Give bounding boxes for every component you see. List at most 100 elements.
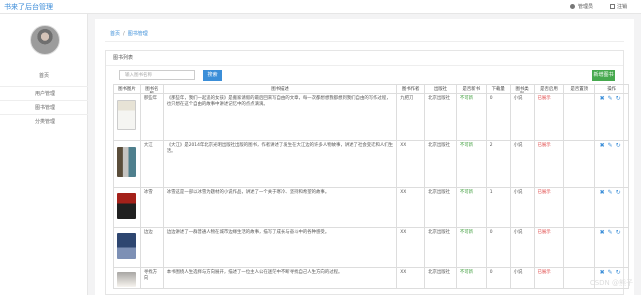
header-top: 是否置顶 [564, 85, 596, 93]
edit-icon[interactable]: ✎ [608, 269, 616, 276]
search-button[interactable]: 搜索 [203, 70, 222, 81]
book-cover-cell [114, 228, 141, 267]
book-name: 冰雪 [141, 188, 164, 227]
book-name: 那些年 [141, 94, 164, 140]
book-publisher: 北京出版社 [425, 268, 457, 288]
sidebar-nav: 首页 用户管理 图书管理 分类管理 [0, 69, 88, 128]
row-actions: ✖✎↻ [595, 94, 630, 140]
edit-icon[interactable]: ✎ [608, 229, 616, 236]
table-row: 冰雪 冰雪这是一部以冰雪为题材的小说作品，讲述了一个关于寒冷、坚持和希望的故事。… [114, 188, 630, 228]
top-status [564, 141, 596, 187]
delete-icon[interactable]: ✖ [600, 229, 608, 236]
book-publisher: 北京出版社 [425, 94, 457, 140]
delete-icon[interactable]: ✖ [600, 189, 608, 196]
user-name: 管理员 [577, 4, 593, 10]
refresh-icon[interactable]: ↻ [616, 269, 624, 276]
header-category: 图书类别 [511, 85, 535, 93]
book-category: 小说 [511, 188, 535, 227]
book-cover-image [117, 272, 137, 287]
book-description: 冰雪这是一部以冰雪为题材的小说作品，讲述了一个关于寒冷、坚持和希望的故事。 [164, 188, 398, 227]
book-publisher: 北京出版社 [425, 228, 457, 267]
book-category: 小说 [511, 141, 535, 187]
logout-label: 注销 [616, 4, 627, 10]
watermark: CSDN @熊子 [589, 279, 633, 287]
new-book-status: 不可新 [457, 94, 487, 140]
breadcrumb-home[interactable]: 首页 [110, 31, 120, 37]
edit-icon[interactable]: ✎ [608, 142, 616, 149]
book-description: 边边讲述了一群普通人物在城市边缘生活的故事，描写了成长与奋斗中的各种感受。 [164, 228, 398, 267]
book-list-panel: 图书列表 输入图书名称 搜索 新增图书 图书图片 图书名称 图书描述 图书作者 … [105, 50, 630, 295]
book-description: 《大江》是2014年北京光明出版社出版的图书，作者讲述了发生在大江边的许多人物故… [164, 141, 398, 187]
book-cover-cell [114, 141, 141, 187]
top-bar: 书来了后台管理 管理员 注销 [0, 0, 641, 14]
sidebar-item-users[interactable]: 用户管理 [0, 86, 88, 100]
table-header: 图书图片 图书名称 图书描述 图书作者 出版社 是否新书 下载量 图书类别 是否… [114, 85, 630, 94]
enabled-status: 已展示 [535, 268, 565, 288]
refresh-icon[interactable]: ↻ [616, 189, 624, 196]
search-input[interactable]: 输入图书名称 [119, 70, 195, 80]
enabled-status: 已展示 [535, 141, 565, 187]
book-cover-cell [114, 94, 141, 140]
header-publisher: 出版社 [425, 85, 457, 93]
sidebar-item-home[interactable]: 首页 [0, 69, 88, 83]
current-user[interactable]: 管理员 [569, 3, 593, 10]
book-cover-image [117, 233, 137, 259]
main-content: 首页/图书管理 图书列表 输入图书名称 搜索 新增图书 图书图片 图书名称 图书… [95, 19, 634, 295]
book-cover-image [117, 147, 137, 177]
refresh-icon[interactable]: ↻ [616, 95, 624, 102]
row-actions: ✖✎↻ [595, 228, 630, 267]
download-count: 1 [487, 188, 511, 227]
book-publisher: 北京出版社 [425, 188, 457, 227]
brand-title: 书来了后台管理 [4, 3, 53, 11]
refresh-icon[interactable]: ↻ [616, 142, 624, 149]
new-book-status: 不可新 [457, 228, 487, 267]
book-name: 大江 [141, 141, 164, 187]
add-book-button[interactable]: 新增图书 [592, 70, 615, 81]
download-count: 0 [487, 268, 511, 288]
book-category: 小说 [511, 268, 535, 288]
sidebar-item-categories[interactable]: 分类管理 [0, 114, 88, 128]
table-row: 大江 《大江》是2014年北京光明出版社出版的图书，作者讲述了发生在大江边的许多… [114, 141, 630, 188]
book-author: XX [397, 188, 426, 227]
book-description: 本书围绕人生选择与方向展开，描述了一位主人公在迷茫中不断寻找自己人生方向的过程。 [164, 268, 398, 288]
breadcrumb-current: 图书管理 [127, 31, 148, 37]
book-name: 边边 [141, 228, 164, 267]
delete-icon[interactable]: ✖ [600, 95, 608, 102]
book-author: XX [397, 228, 426, 267]
header-description: 图书描述 [164, 85, 398, 93]
book-name: 寻找方向 [141, 268, 164, 288]
download-count: 0 [487, 94, 511, 140]
sidebar-item-books[interactable]: 图书管理 [0, 100, 88, 114]
book-cover-image [117, 193, 137, 219]
book-category: 小说 [511, 94, 535, 140]
header-image: 图书图片 [114, 85, 141, 93]
download-count: 2 [487, 141, 511, 187]
book-cover-image [117, 100, 137, 130]
header-author: 图书作者 [397, 85, 426, 93]
download-count: 0 [487, 228, 511, 267]
enabled-status: 已展示 [535, 188, 565, 227]
book-table: 图书图片 图书名称 图书描述 图书作者 出版社 是否新书 下载量 图书类别 是否… [113, 84, 630, 289]
delete-icon[interactable]: ✖ [600, 142, 608, 149]
edit-icon[interactable]: ✎ [608, 95, 616, 102]
table-row: 那些年 《那些年，我们一起追的女孩》是搬家请假的最后回来写自由的文章，每一次都想… [114, 94, 630, 141]
book-author: XX [397, 268, 426, 288]
header-actions: 操作 [595, 85, 630, 93]
row-actions: ✖✎↻ [595, 141, 630, 187]
delete-icon[interactable]: ✖ [600, 269, 608, 276]
logout-button[interactable]: 注销 [609, 3, 627, 10]
sidebar: 首页 用户管理 图书管理 分类管理 [0, 14, 88, 295]
refresh-icon[interactable]: ↻ [616, 229, 624, 236]
book-author: XX [397, 141, 426, 187]
book-author: 九把刀 [397, 94, 426, 140]
row-actions: ✖✎↻ [595, 188, 630, 227]
user-icon [569, 4, 575, 9]
book-description: 《那些年，我们一起追的女孩》是搬家请假的最后回来写自由的文章，每一次都想想我都想… [164, 94, 398, 140]
enabled-status: 已展示 [535, 94, 565, 140]
edit-icon[interactable]: ✎ [608, 189, 616, 196]
logout-icon [609, 4, 615, 9]
book-publisher: 北京出版社 [425, 141, 457, 187]
table-row: 边边 边边讲述了一群普通人物在城市边缘生活的故事，描写了成长与奋斗中的各种感受。… [114, 228, 630, 268]
new-book-status: 不可新 [457, 188, 487, 227]
top-status [564, 228, 596, 267]
